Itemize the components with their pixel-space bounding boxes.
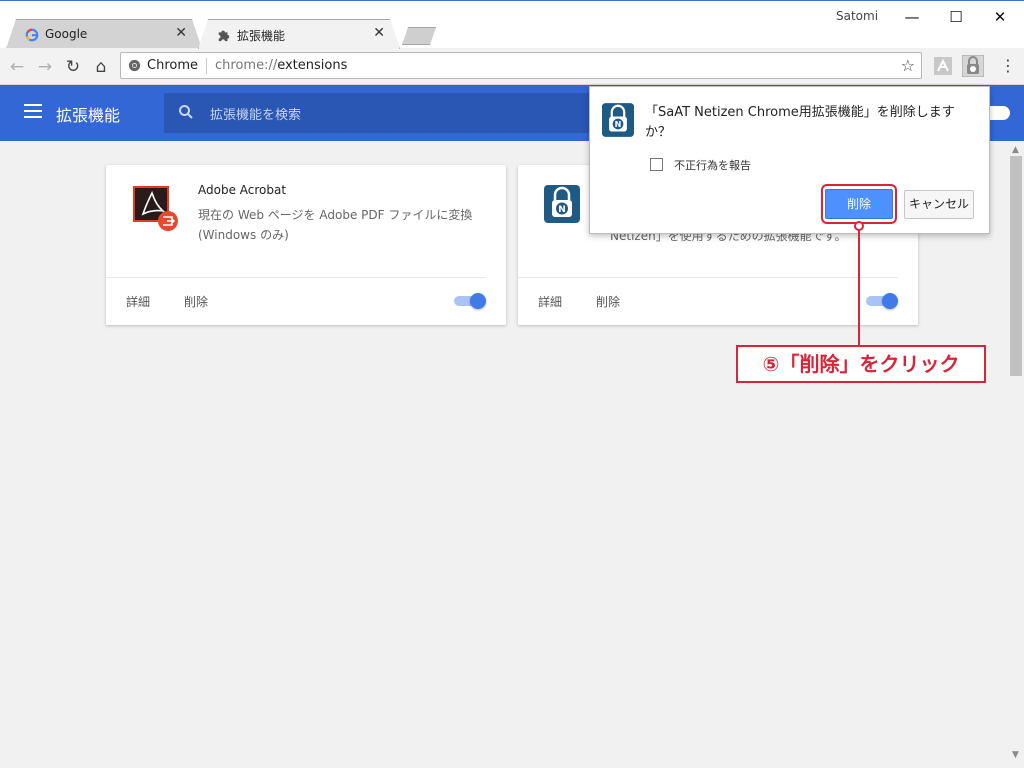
minimize-button[interactable]: — (892, 5, 932, 29)
extension-name: Adobe Acrobat (198, 183, 287, 197)
new-tab-button[interactable] (402, 27, 436, 45)
close-window-button[interactable]: ✕ (980, 5, 1020, 29)
security-chip-label: Chrome (147, 58, 198, 73)
search-placeholder: 拡張機能を検索 (210, 108, 302, 123)
callout-line (858, 225, 860, 345)
tab-close-icon[interactable]: ✕ (175, 25, 187, 41)
confirm-remove-button[interactable]: 削除 (825, 189, 893, 219)
scroll-up-arrow-icon[interactable]: ▲ (1012, 145, 1019, 155)
forward-button[interactable]: → (34, 56, 56, 78)
extension-description: 現在の Web ページを Adobe PDF ファイルに変換 (Windows … (198, 208, 473, 242)
netizen-extension-icon[interactable] (962, 55, 984, 77)
reload-button[interactable]: ↻ (62, 56, 84, 78)
url-scheme: chrome:// (215, 58, 278, 73)
card-divider (518, 277, 898, 278)
bookmark-star-icon[interactable]: ☆ (901, 56, 915, 75)
google-g-icon (25, 28, 39, 42)
browser-toolbar: ← → ↻ ⌂ Chrome chrome://extensions ☆ ⋮ (0, 48, 1024, 85)
details-button[interactable]: 詳細 (126, 293, 150, 310)
netizen-lock-icon: N (544, 185, 580, 223)
tab-title: Google (45, 27, 88, 41)
adobe-acrobat-extension-icon[interactable] (932, 55, 954, 77)
chrome-icon (128, 59, 141, 72)
report-abuse-label[interactable]: 不正行為を報告 (674, 157, 751, 173)
extension-enabled-toggle[interactable] (454, 293, 486, 309)
tab-google[interactable]: Google ✕ (6, 19, 202, 49)
hamburger-menu-icon[interactable] (24, 104, 42, 118)
scrollbar-thumb[interactable] (1010, 156, 1022, 376)
tab-close-icon[interactable]: ✕ (373, 25, 385, 41)
tab-title: 拡張機能 (237, 29, 286, 43)
dialog-message: 「SaAT Netizen Chrome用拡張機能」を削除しますか？ (645, 105, 955, 140)
cancel-button[interactable]: キャンセル (904, 190, 974, 219)
extension-card-adobe-acrobat: Adobe Acrobat 現在の Web ページを Adobe PDF ファイ… (106, 165, 506, 325)
home-button[interactable]: ⌂ (90, 56, 112, 78)
tab-extensions[interactable]: 拡張機能 ✕ (198, 19, 400, 49)
url-path: extensions (277, 58, 348, 73)
chrome-menu-icon[interactable]: ⋮ (1000, 54, 1016, 78)
maximize-button[interactable]: ☐ (936, 5, 976, 29)
instruction-callout: ⑤「削除」をクリック (736, 345, 986, 383)
omnibox-separator (206, 58, 207, 74)
card-divider (106, 277, 486, 278)
svg-text:N: N (615, 120, 622, 129)
netizen-lock-icon: N (602, 103, 634, 137)
puzzle-icon (217, 28, 231, 42)
url-text: chrome://extensions (215, 58, 347, 73)
callout-dot (854, 221, 864, 231)
details-button[interactable]: 詳細 (538, 293, 562, 310)
search-input[interactable]: 拡張機能を検索 (164, 93, 604, 133)
back-button[interactable]: ← (6, 56, 28, 78)
scroll-down-arrow-icon[interactable]: ▼ (1012, 750, 1019, 760)
svg-text:N: N (558, 205, 566, 215)
remove-extension-dialog: N 「SaAT Netizen Chrome用拡張機能」を削除しますか？ 不正行… (589, 86, 990, 234)
title-bar: Google ✕ 拡張機能 ✕ Satomi — ☐ ✕ (0, 0, 1024, 48)
adobe-acrobat-icon (133, 186, 178, 231)
address-bar[interactable]: Chrome chrome://extensions ☆ (120, 52, 922, 79)
remove-button[interactable]: 削除 (596, 293, 620, 310)
report-abuse-checkbox[interactable] (650, 158, 663, 171)
page-title: 拡張機能 (56, 106, 121, 125)
extension-enabled-toggle[interactable] (866, 293, 898, 309)
profile-name[interactable]: Satomi (836, 9, 878, 23)
remove-button[interactable]: 削除 (184, 293, 208, 310)
search-icon (179, 105, 193, 119)
